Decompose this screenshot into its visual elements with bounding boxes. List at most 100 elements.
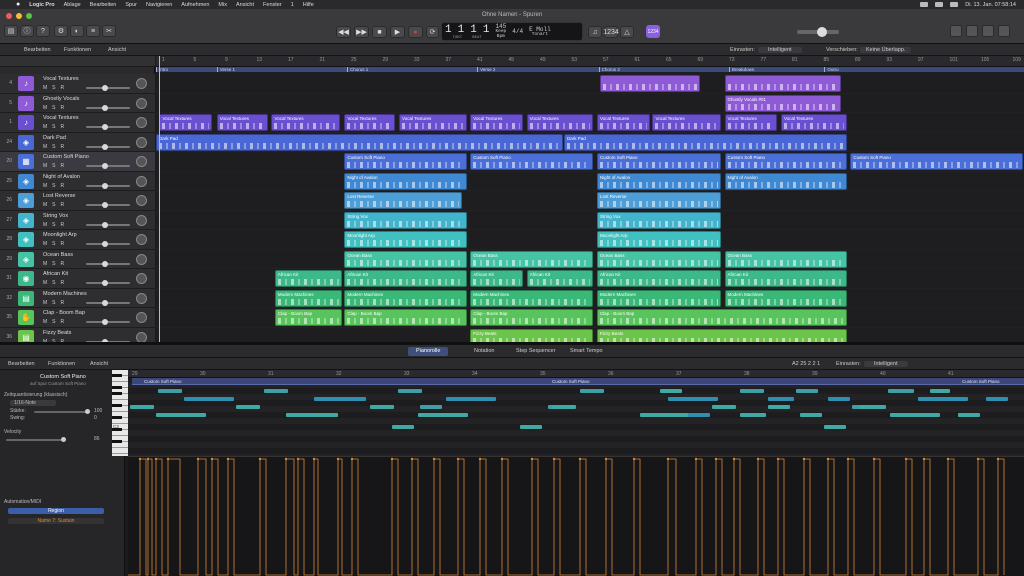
automation-lane[interactable] (128, 456, 1024, 576)
region[interactable]: Night of Avalon (344, 172, 468, 190)
lcd-display[interactable]: 1 1 1 1 TAKT BEAT 145 Keep Bpm 4/4 E Mol… (441, 22, 583, 41)
pan-knob[interactable] (136, 292, 147, 304)
track-header[interactable]: 20 ▦ Custom Soft Piano M S R (0, 152, 155, 172)
midi-note[interactable] (688, 413, 710, 417)
solo-button[interactable]: S (52, 124, 55, 130)
solo-button[interactable]: S (52, 300, 55, 306)
track-instrument-icon[interactable]: ◉ (18, 271, 34, 286)
midi-note[interactable] (446, 397, 496, 401)
automation-param[interactable]: Name 7: Sustain (8, 518, 104, 524)
track-name[interactable]: African Kit (43, 271, 68, 277)
piano-roll-grid[interactable]: 29 30 31 32 33 34 35 36 37 38 39 40 41 Custom Soft P… (128, 370, 1024, 456)
black-key[interactable] (112, 392, 122, 395)
pan-knob[interactable] (136, 97, 147, 109)
mute-button[interactable]: M (43, 280, 47, 286)
note-pad-icon[interactable] (966, 25, 978, 37)
track-instrument-icon[interactable]: ✋ (18, 310, 34, 325)
region[interactable]: African Kit (724, 270, 847, 287)
automation-point[interactable] (410, 457, 414, 461)
marker[interactable]: Chorus 1 (346, 67, 478, 72)
region[interactable]: Ocean Bass (344, 250, 468, 268)
region[interactable]: African Kit (274, 270, 342, 287)
automation-point[interactable] (996, 457, 1000, 461)
midi-note[interactable] (640, 413, 690, 417)
track-lane[interactable] (156, 211, 1024, 230)
track-name[interactable]: Ocean Bass (43, 252, 73, 258)
track-name[interactable]: Night of Avalon (43, 174, 80, 180)
mute-button[interactable]: M (43, 300, 47, 306)
track-instrument-icon[interactable]: ♪ (18, 115, 34, 130)
marker[interactable]: Outro (824, 67, 1024, 72)
midi-note[interactable] (130, 405, 154, 409)
record-button[interactable]: ● (408, 26, 423, 38)
midi-note[interactable] (264, 389, 288, 393)
region[interactable]: Clap - Boom Bap (344, 309, 468, 326)
volume-fader[interactable] (86, 182, 130, 189)
midi-note[interactable] (740, 413, 766, 417)
midi-note[interactable] (740, 389, 764, 393)
track-header[interactable]: 28 ◈ Moonlight Arp M S R (0, 230, 155, 250)
editor-functions-menu[interactable]: Funktionen (48, 361, 75, 367)
search-icon[interactable] (950, 2, 959, 7)
mute-button[interactable]: M (43, 105, 47, 111)
automation-point[interactable] (500, 457, 504, 461)
track-name[interactable]: Modern Machines (43, 291, 87, 297)
pan-knob[interactable] (136, 195, 147, 206)
automation-point[interactable] (604, 457, 608, 461)
editor-edit-menu[interactable]: Bearbeiten (8, 361, 35, 367)
mute-button[interactable]: M (43, 202, 47, 208)
automation-point[interactable] (312, 457, 316, 461)
black-key[interactable] (112, 404, 122, 407)
region[interactable]: Vocal Textures (596, 114, 650, 131)
region[interactable]: African Kit (596, 270, 721, 287)
battery-icon[interactable] (935, 2, 944, 7)
track-lane[interactable] (156, 74, 1024, 94)
play-button[interactable]: ▶ (390, 26, 405, 38)
automation-point[interactable] (390, 457, 394, 461)
automation-point[interactable] (284, 457, 288, 461)
track-header[interactable]: 1 ♪ Vocal Textures M S R (0, 113, 155, 133)
record-enable-button[interactable]: R (61, 280, 65, 286)
midi-note[interactable] (986, 397, 1008, 401)
region[interactable]: Vocal Textures (216, 114, 268, 131)
track-header[interactable]: 26 ◈ Lost Reverse M S R (0, 191, 155, 211)
region[interactable]: String Vox (344, 211, 468, 229)
playhead[interactable] (159, 56, 160, 342)
track-header[interactable]: 31 ◉ African Kit M S R (0, 269, 155, 289)
marker[interactable]: Verse 2 (477, 67, 599, 72)
solo-button[interactable]: S (52, 163, 55, 169)
menu-item[interactable]: Ablage (64, 2, 81, 8)
region[interactable]: Modern Machines (724, 289, 847, 307)
track-instrument-icon[interactable]: ◈ (18, 134, 34, 150)
midi-note[interactable] (286, 413, 338, 417)
automation-point[interactable] (756, 457, 760, 461)
automation-point[interactable] (210, 457, 214, 461)
marker-track[interactable]: Intro Verse 1 Chorus 1 Verse 2 Chorus 2 Break… (156, 67, 1024, 72)
midi-note[interactable] (860, 405, 886, 409)
strength-slider[interactable] (34, 409, 90, 414)
track-name[interactable]: Fizzy Beats (43, 330, 71, 336)
region[interactable]: Vocal Textures (470, 114, 524, 131)
automation-mode[interactable]: Region (8, 508, 104, 514)
region[interactable]: Ghostly Vocals #01 (724, 94, 841, 112)
automation-point[interactable] (432, 457, 436, 461)
metronome-button[interactable]: △ (620, 26, 634, 38)
record-enable-button[interactable]: R (61, 124, 65, 130)
region[interactable]: Vocal Textures (399, 114, 468, 131)
midi-note[interactable] (660, 389, 682, 393)
arrange-view-menu[interactable]: Ansicht (108, 47, 126, 53)
automation-point[interactable] (552, 457, 556, 461)
track-header[interactable]: 35 ✋ Clap - Boom Bap M S R (0, 308, 155, 328)
solo-button[interactable]: S (52, 241, 55, 247)
region[interactable]: African Kit (526, 270, 594, 287)
automation-point[interactable] (166, 457, 170, 461)
midi-note[interactable] (958, 413, 980, 417)
region[interactable]: Moonlight Arp (596, 231, 721, 248)
editors-button[interactable]: ✂ (102, 25, 116, 37)
region[interactable]: Dark Pad (563, 133, 847, 151)
smart-tempo-button[interactable]: 1234 (646, 25, 660, 38)
volume-fader[interactable] (86, 221, 130, 228)
midi-note[interactable] (930, 389, 950, 393)
track-header[interactable]: 4 ♪ Vocal Textures M S R (0, 74, 155, 94)
automation-point[interactable] (478, 457, 482, 461)
